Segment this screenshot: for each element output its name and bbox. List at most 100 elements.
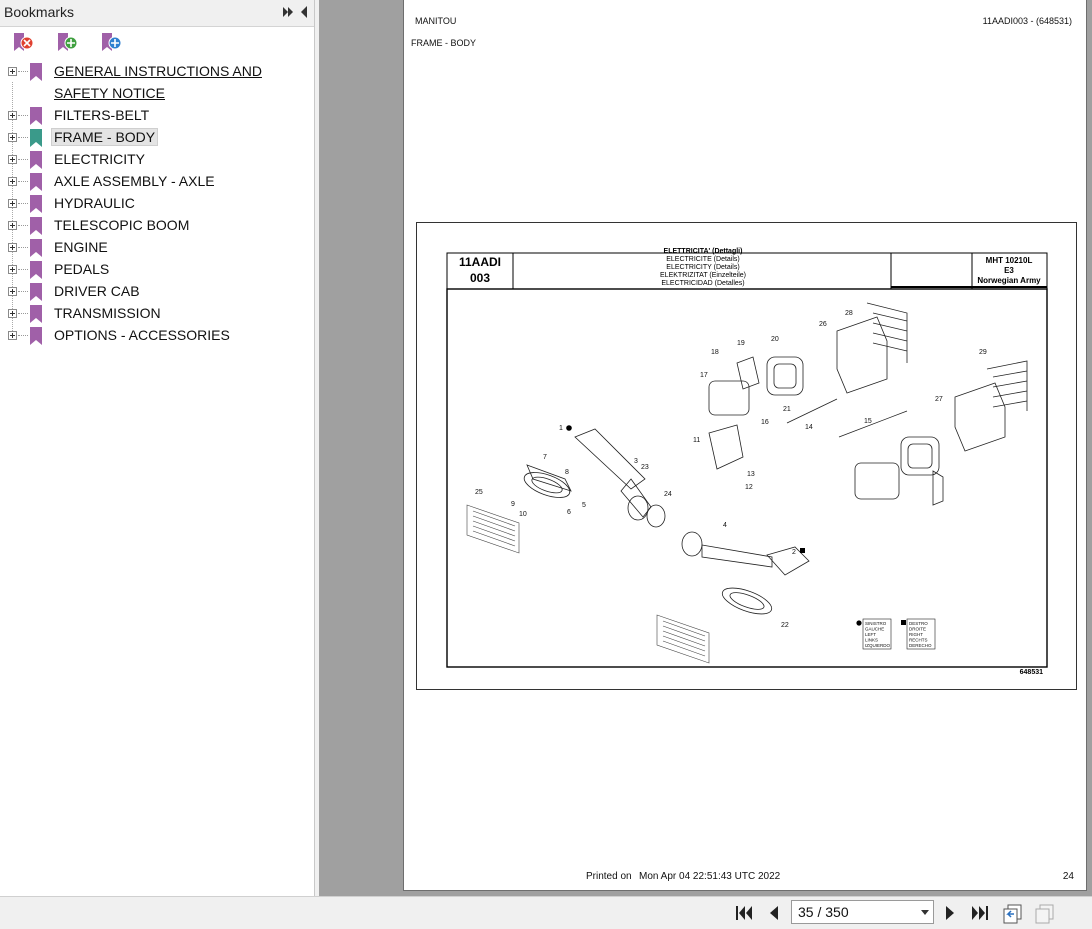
bookmark-label[interactable]: GENERAL INSTRUCTIONS AND [52,63,264,79]
bookmark-label[interactable]: TELESCOPIC BOOM [52,217,191,233]
bookmark-icon [30,107,42,125]
drawing-code-2: 003 [470,271,490,285]
parts-drawing: 11AADI 003 ELETTRICITA' (Dettagli) ELECT… [446,248,1048,676]
legend-left-fr: GAUCHE [865,627,884,632]
callout-12: 12 [745,484,753,491]
bookmark-label[interactable]: DRIVER CAB [52,283,142,299]
expand-panel-icon[interactable] [281,4,295,20]
callout-11: 11 [693,437,700,444]
expand-toggle-icon[interactable] [8,133,17,142]
callout-19: 19 [737,340,745,347]
bookmarks-panel: Bookmarks GENERAL INSTRUCTIONS AND SAFET… [0,0,315,896]
drawing-title-en: ELECTRICITY (Details) [666,264,739,271]
callout-10: 10 [519,511,527,518]
bookmark-label[interactable]: TRANSMISSION [52,305,163,321]
collapse-panel-icon[interactable] [297,4,311,20]
expand-toggle-icon[interactable] [8,287,17,296]
page-number: 24 [1062,871,1074,882]
right-marker-square [800,548,805,553]
bookmark-item[interactable]: PEDALS [0,259,314,281]
legend-right-fr: DROITE [909,627,926,632]
bookmark-label[interactable]: AXLE ASSEMBLY - AXLE [52,173,217,189]
callout-20: 20 [771,336,779,343]
add-child-bookmark-icon[interactable] [98,31,124,55]
drawing-title-fr: ELECTRICITE (Details) [666,256,740,263]
bookmark-item[interactable]: TRANSMISSION [0,303,314,325]
page-selector[interactable]: 35 / 350 [791,900,934,924]
bookmark-item[interactable]: ENGINE [0,237,314,259]
page-selector-value: 35 / 350 [798,904,849,920]
bookmark-icon [30,239,42,257]
left-marker-dot [566,425,572,431]
bottom-grille [656,614,710,664]
next-page-icon[interactable] [940,904,960,922]
drawing-title-de: ELEKTRIZITAT (Einzelteile) [660,272,746,279]
expand-toggle-icon[interactable] [8,199,17,208]
callout-27: 27 [935,396,943,403]
navigate-back-icon[interactable] [1002,904,1024,924]
previous-page-icon[interactable] [764,904,784,922]
callout-22: 22 [781,622,789,629]
bookmark-label[interactable]: OPTIONS - ACCESSORIES [52,327,232,343]
callout-16: 16 [761,419,769,426]
bookmark-item[interactable]: FILTERS-BELT [0,105,314,127]
bookmark-icon [30,217,42,235]
bookmarks-title: Bookmarks [4,4,75,20]
bookmark-icon [30,151,42,169]
expand-toggle-icon[interactable] [8,331,17,340]
expand-toggle-icon[interactable] [8,243,17,252]
callout-17: 17 [700,372,708,379]
legend-left-it: SINISTRO [865,621,887,626]
expand-toggle-icon[interactable] [8,177,17,186]
bookmark-item[interactable]: ELECTRICITY [0,149,314,171]
last-page-icon[interactable] [970,904,990,922]
bookmark-label[interactable]: ELECTRICITY [52,151,147,167]
callout-3: 3 [634,458,638,465]
bookmark-item[interactable]: GENERAL INSTRUCTIONS AND [0,61,314,83]
bookmarks-header: Bookmarks [0,0,314,27]
first-page-icon[interactable] [734,904,754,922]
chevron-down-icon[interactable] [921,910,929,915]
callout-25: 25 [475,489,483,496]
expand-toggle-icon[interactable] [8,67,17,76]
bookmark-icon [30,261,42,279]
bookmark-label[interactable]: HYDRAULIC [52,195,137,211]
legend-right-de: RECHTS [909,638,928,643]
bookmark-icon [30,173,42,191]
page-section: FRAME - BODY [411,38,477,48]
expand-toggle-icon[interactable] [8,265,17,274]
bookmark-icon [30,283,42,301]
bookmark-item[interactable]: TELESCOPIC BOOM [0,215,314,237]
expand-toggle-icon[interactable] [8,111,17,120]
add-bookmark-icon[interactable] [54,31,80,55]
right-lamp-assembly [838,360,1028,506]
bookmark-label[interactable]: FRAME - BODY [50,128,159,146]
bookmark-item[interactable]: DRIVER CAB [0,281,314,303]
drawing-title-it: ELETTRICITA' (Dettagli) [664,248,743,255]
callout-23: 23 [641,464,649,471]
bookmark-item[interactable]: OPTIONS - ACCESSORIES [0,325,314,347]
left-mirror-arm [523,428,666,528]
delete-bookmark-icon[interactable] [10,31,36,55]
bookmark-label[interactable]: FILTERS-BELT [52,107,151,123]
callout-29: 29 [979,349,987,356]
bookmark-icon [30,195,42,213]
expand-toggle-icon[interactable] [8,309,17,318]
bookmark-item-selected[interactable]: FRAME - BODY [0,127,314,149]
bookmark-item[interactable]: HYDRAULIC [0,193,314,215]
expand-toggle-icon[interactable] [8,155,17,164]
drawing-model-sub: E3 [1004,266,1014,275]
callout-26: 26 [819,321,827,328]
parts-drawing-frame: 11AADI 003 ELETTRICITA' (Dettagli) ELECT… [416,222,1077,690]
bookmark-item[interactable]: AXLE ASSEMBLY - AXLE [0,171,314,193]
callout-8: 8 [565,469,569,476]
navigate-forward-icon[interactable] [1034,904,1056,924]
bookmark-item-continuation[interactable]: SAFETY NOTICE [0,83,314,105]
drawing-model: MHT 10210L [986,256,1033,265]
bookmark-label[interactable]: SAFETY NOTICE [52,85,167,101]
callout-28: 28 [845,310,853,317]
bookmark-label[interactable]: ENGINE [52,239,110,255]
pdf-page: MANITOU 11AADI003 - (648531) FRAME - BOD… [403,0,1087,891]
expand-toggle-icon[interactable] [8,221,17,230]
bookmark-label[interactable]: PEDALS [52,261,111,277]
